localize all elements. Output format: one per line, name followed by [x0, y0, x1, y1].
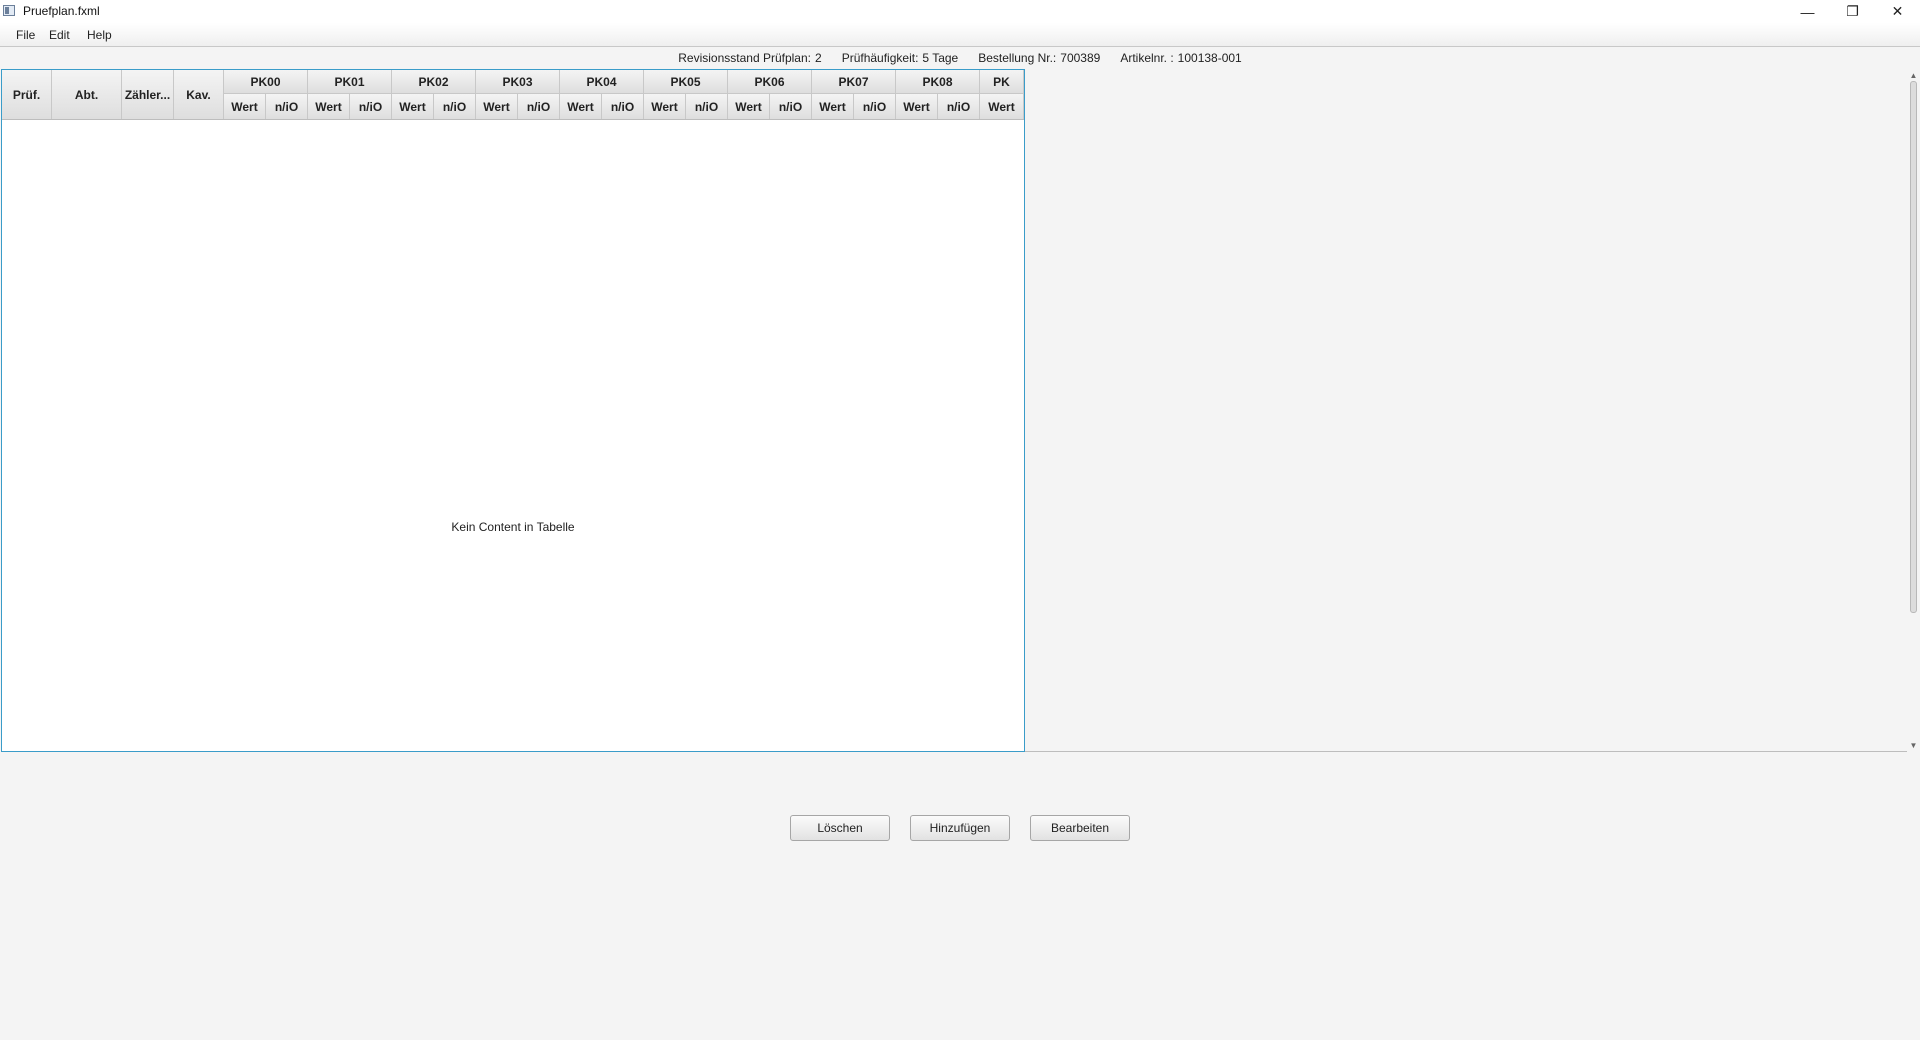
sub-column-header[interactable]: Wert	[392, 94, 434, 119]
add-button[interactable]: Hinzufügen	[910, 815, 1010, 841]
group-header[interactable]: PK02	[392, 70, 476, 94]
table-header: Prüf. Abt. Zähler... Kav. PK00 Wert n/iO PK01 We…	[2, 70, 1024, 120]
article-info: Artikelnr. : 100138-001	[1120, 51, 1241, 65]
frequency-value: 5 Tage	[922, 51, 959, 65]
article-value: 100138-001	[1177, 51, 1242, 65]
sub-column-header[interactable]: n/iO	[434, 94, 476, 119]
frequency-info: Prüfhäufigkeit: 5 Tage	[842, 51, 959, 65]
sub-column-header[interactable]: Wert	[896, 94, 938, 119]
edit-button[interactable]: Bearbeiten	[1030, 815, 1130, 841]
restore-icon[interactable]: ❐	[1830, 0, 1875, 23]
revision-label: Revisionsstand Prüfplan:	[678, 51, 811, 65]
menu-edit[interactable]: Edit	[49, 28, 70, 42]
title-bar: Pruefplan.fxml — ❐ ✕	[0, 0, 1920, 23]
order-label: Bestellung Nr.:	[978, 51, 1057, 65]
scroll-thumb[interactable]	[1910, 81, 1917, 613]
delete-button[interactable]: Löschen	[790, 815, 890, 841]
sub-column-header[interactable]: n/iO	[854, 94, 896, 119]
revision-value: 2	[815, 51, 822, 65]
group-header[interactable]: PK07	[812, 70, 896, 94]
sub-column-header[interactable]: n/iO	[602, 94, 644, 119]
sub-column-header[interactable]: Wert	[644, 94, 686, 119]
group-header[interactable]: PK03	[476, 70, 560, 94]
sub-column-header[interactable]: Wert	[476, 94, 518, 119]
inspection-table[interactable]: Prüf. Abt. Zähler... Kav. PK00 Wert n/iO PK01 We…	[1, 69, 1025, 752]
sub-column-header[interactable]: Wert	[812, 94, 854, 119]
revision-info: Revisionsstand Prüfplan: 2	[678, 51, 821, 65]
group-header[interactable]: PK08	[896, 70, 980, 94]
scroll-up-icon[interactable]: ▲	[1909, 71, 1918, 80]
sub-column-header[interactable]: n/iO	[266, 94, 308, 119]
detail-pane	[1025, 69, 1920, 752]
column-header[interactable]: Abt.	[52, 70, 122, 119]
sub-column-header[interactable]: Wert	[560, 94, 602, 119]
group-header[interactable]: PK04	[560, 70, 644, 94]
sub-column-header[interactable]: Wert	[980, 94, 1024, 119]
menu-help[interactable]: Help	[87, 28, 112, 42]
vertical-scrollbar[interactable]: ▲ ▼	[1907, 69, 1920, 752]
sub-column-header[interactable]: n/iO	[518, 94, 560, 119]
sub-column-header[interactable]: Wert	[728, 94, 770, 119]
sub-column-header[interactable]: Wert	[308, 94, 350, 119]
minimize-icon[interactable]: —	[1785, 0, 1830, 23]
sub-column-header[interactable]: Wert	[224, 94, 266, 119]
sub-column-header[interactable]: n/iO	[350, 94, 392, 119]
column-header[interactable]: Zähler...	[122, 70, 174, 119]
group-header[interactable]: PK05	[644, 70, 728, 94]
order-value: 700389	[1060, 51, 1101, 65]
group-header[interactable]: PK	[980, 70, 1024, 94]
article-label: Artikelnr. :	[1120, 51, 1174, 65]
info-bar: Revisionsstand Prüfplan: 2 Prüfhäufigkei…	[0, 48, 1920, 68]
sub-column-header[interactable]: n/iO	[686, 94, 728, 119]
frequency-label: Prüfhäufigkeit:	[841, 51, 919, 65]
window-title: Pruefplan.fxml	[23, 4, 100, 18]
menu-bar: File Edit Help	[0, 23, 1920, 47]
menu-file[interactable]: File	[16, 28, 35, 42]
scroll-down-icon[interactable]: ▼	[1909, 741, 1918, 750]
table-placeholder: Kein Content in Tabelle	[451, 520, 575, 534]
column-header[interactable]: Kav.	[174, 70, 224, 119]
group-header[interactable]: PK00	[224, 70, 308, 94]
column-header[interactable]: Prüf.	[2, 70, 52, 119]
group-header[interactable]: PK01	[308, 70, 392, 94]
close-icon[interactable]: ✕	[1875, 0, 1920, 23]
sub-column-header[interactable]: n/iO	[938, 94, 980, 119]
group-header[interactable]: PK06	[728, 70, 812, 94]
order-info: Bestellung Nr.: 700389	[978, 51, 1100, 65]
app-icon	[3, 5, 15, 16]
sub-column-header[interactable]: n/iO	[770, 94, 812, 119]
